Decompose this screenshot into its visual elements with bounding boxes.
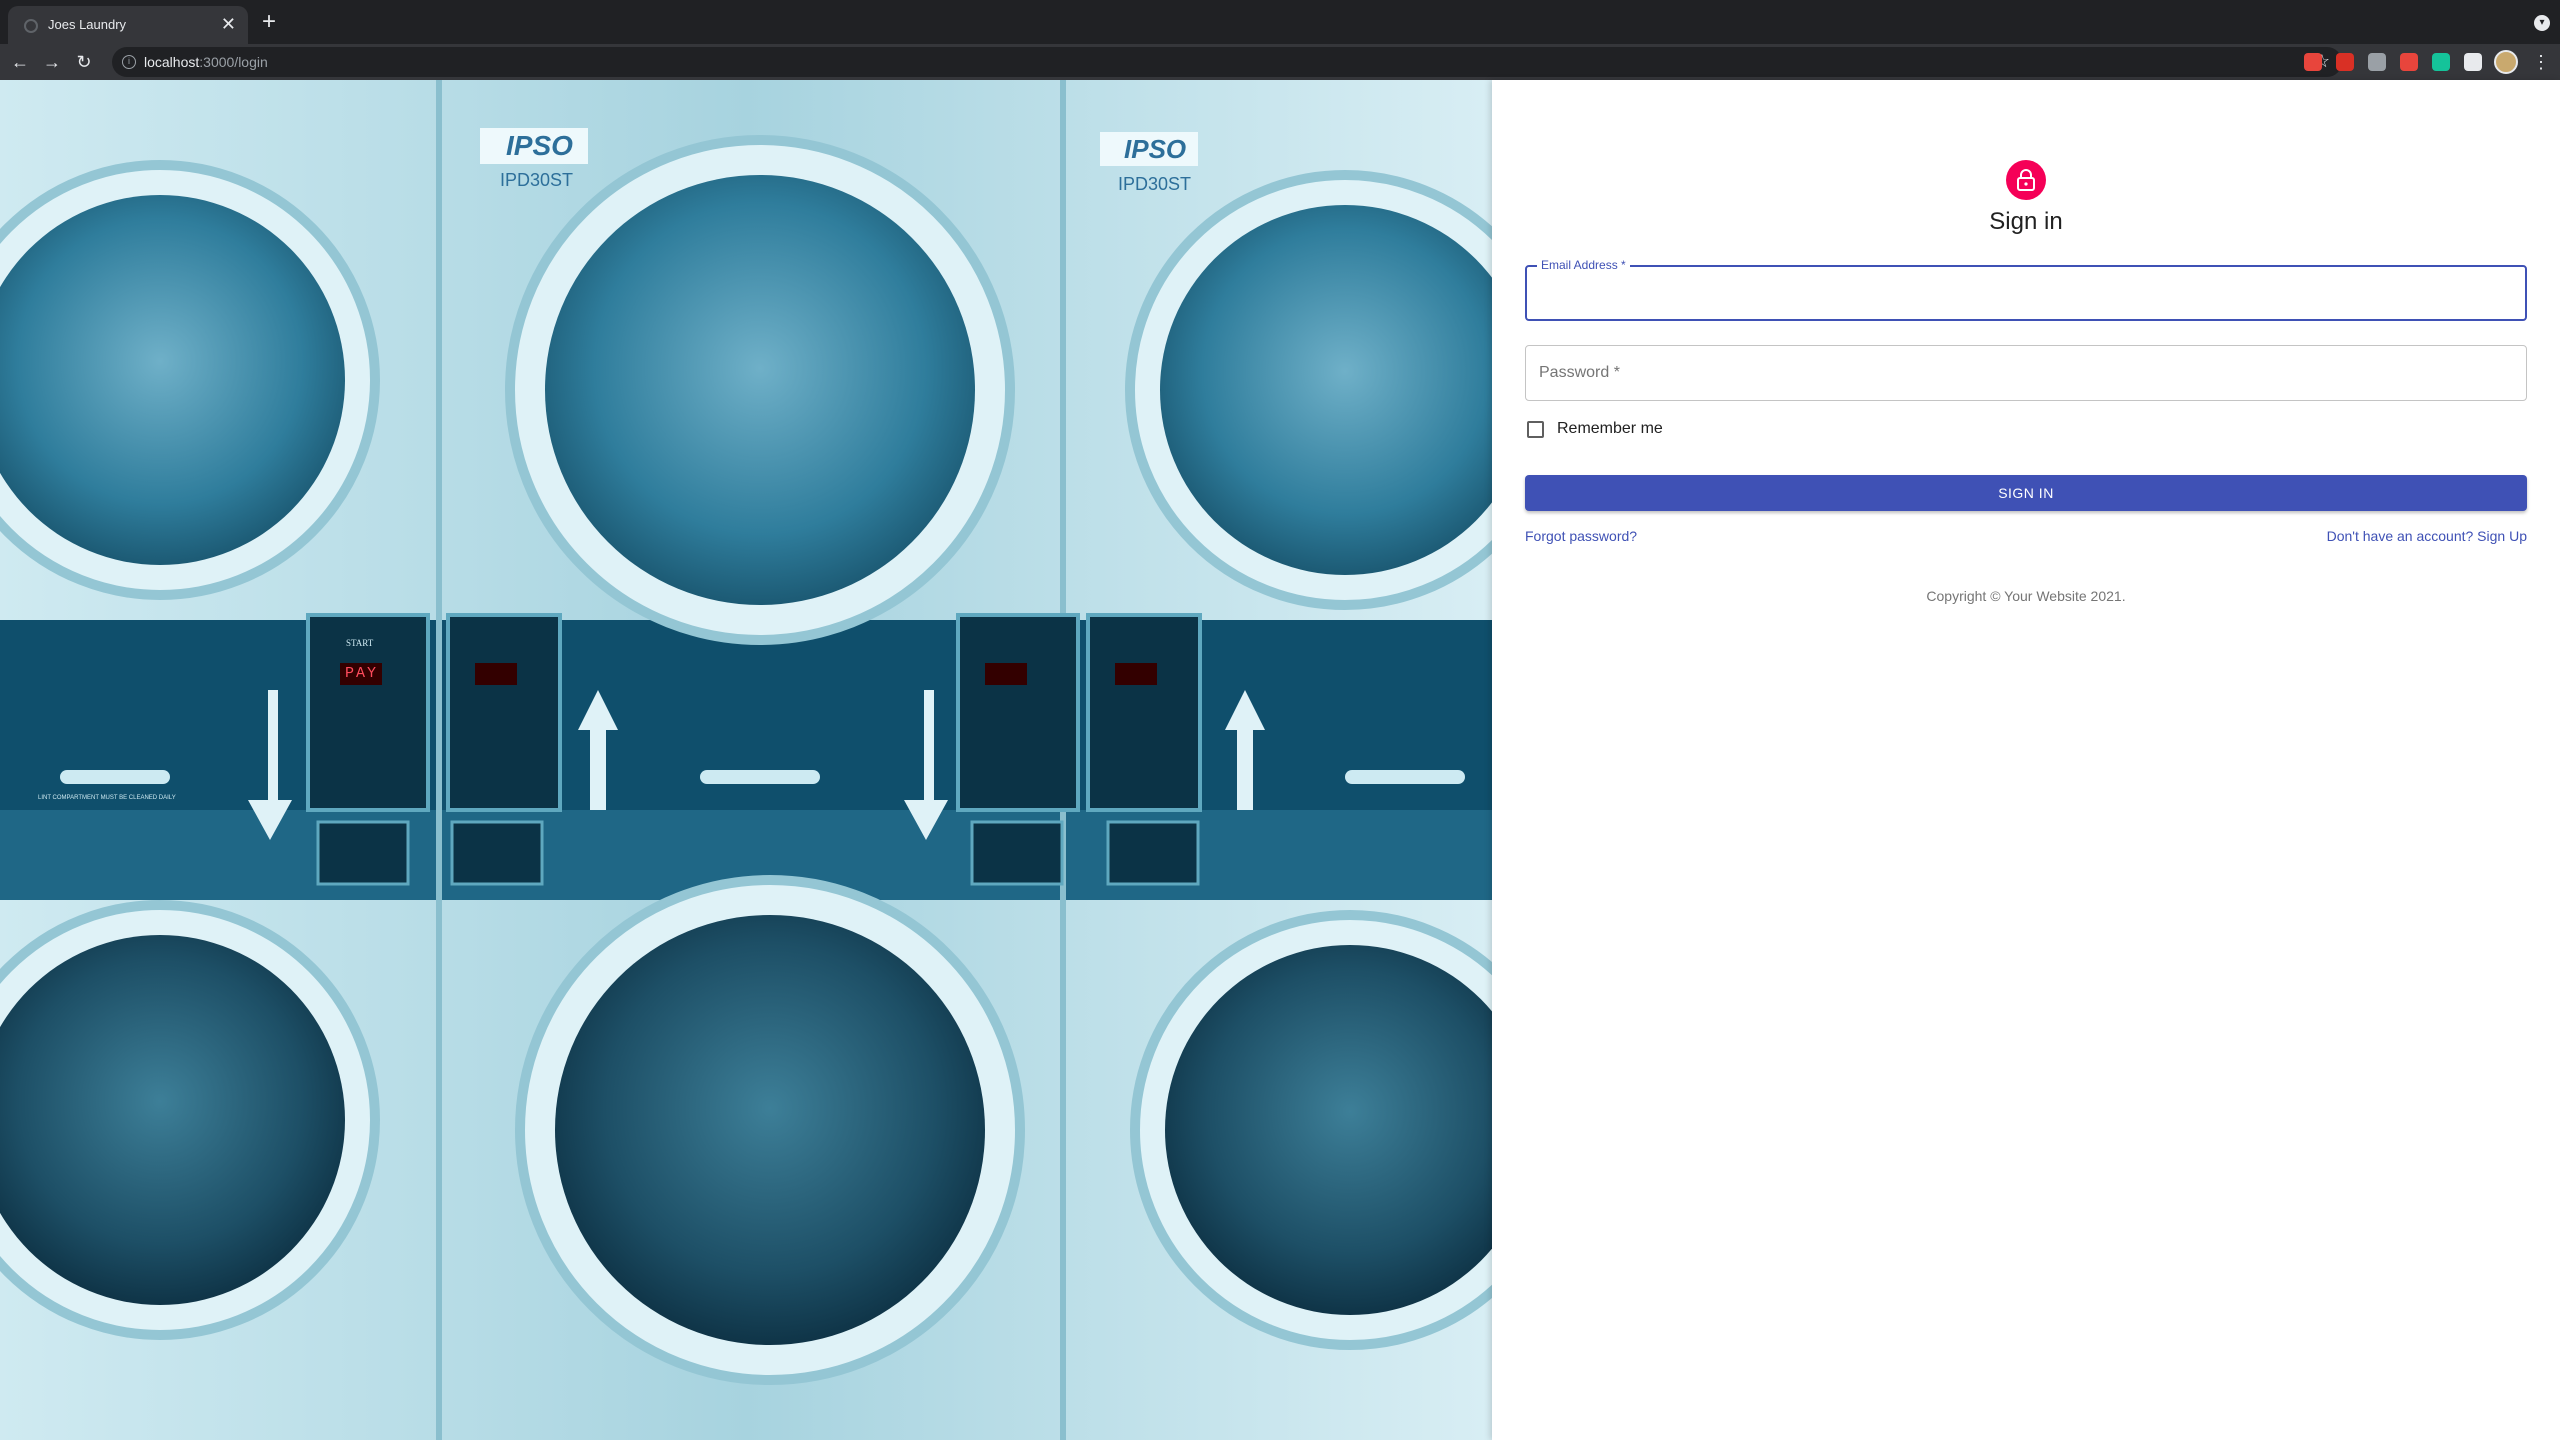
- washing-machines-illustration: [0, 80, 1492, 1440]
- url-path: :3000/login: [199, 54, 268, 70]
- lock-icon: [2017, 169, 2035, 191]
- laundry-hero-image: IPSO IPD30ST IPSO IPD30ST START PAY LINT…: [0, 80, 1492, 1440]
- back-button[interactable]: ←: [8, 50, 32, 74]
- ext-flag-icon[interactable]: [2400, 53, 2418, 71]
- copyright-text: Copyright © Your Website 2021.: [1926, 588, 2126, 604]
- globe-icon: [24, 19, 38, 33]
- browser-tab[interactable]: Joes Laundry ✕: [8, 6, 248, 44]
- lint-notice-label: LINT COMPARTMENT MUST BE CLEANED DAILY: [38, 795, 176, 801]
- address-bar[interactable]: i localhost:3000/login ☆: [112, 47, 2342, 77]
- remember-me-checkbox[interactable]: [1527, 421, 1544, 438]
- password-input[interactable]: [1526, 346, 2526, 400]
- machine-model-label: IPD30ST: [1118, 174, 1192, 194]
- coin-panel-display: PAY: [345, 665, 379, 682]
- new-tab-button[interactable]: +: [262, 10, 276, 34]
- email-input[interactable]: [1527, 267, 2525, 319]
- machine-model-label: IPD30ST: [500, 170, 574, 190]
- lock-avatar: [2006, 160, 2046, 200]
- site-info-icon[interactable]: i: [122, 55, 136, 69]
- tab-search-icon[interactable]: ▾: [2534, 15, 2550, 31]
- email-field[interactable]: Email Address *: [1525, 258, 2527, 321]
- machine-brand-label: IPSO: [1124, 134, 1187, 164]
- url-host: localhost: [144, 54, 200, 70]
- url-text[interactable]: localhost:3000/login: [144, 54, 268, 70]
- forward-button[interactable]: →: [40, 50, 64, 74]
- extensions-puzzle-icon[interactable]: [2464, 53, 2482, 71]
- remember-me-label[interactable]: Remember me: [1557, 420, 1663, 438]
- profile-avatar[interactable]: [2494, 50, 2518, 74]
- browser-toolbar: ← → ↻ i localhost:3000/login ☆ ⋮: [0, 44, 2560, 80]
- coin-panel-start-label: START: [346, 638, 374, 648]
- ext-calendar-icon[interactable]: [2336, 53, 2354, 71]
- browser-menu-icon[interactable]: ⋮: [2532, 50, 2550, 74]
- sign-in-panel: Sign in Email Address * Password * Remem…: [1492, 80, 2560, 1440]
- forgot-password-link[interactable]: Forgot password?: [1525, 528, 1637, 544]
- tab-close-icon[interactable]: ✕: [221, 14, 236, 34]
- password-field[interactable]: Password *: [1525, 345, 2527, 401]
- login-page: IPSO IPD30ST IPSO IPD30ST START PAY LINT…: [0, 80, 2560, 1440]
- sign-up-link[interactable]: Don't have an account? Sign Up: [2327, 528, 2527, 544]
- reload-button[interactable]: ↻: [72, 50, 96, 74]
- ext-red-icon[interactable]: [2304, 53, 2322, 71]
- ext-grammarly-icon[interactable]: [2432, 53, 2450, 71]
- ext-gray-icon[interactable]: [2368, 53, 2386, 71]
- machine-brand-label: IPSO: [506, 130, 573, 161]
- sign-in-button[interactable]: SIGN IN: [1525, 475, 2527, 511]
- browser-tab-strip: Joes Laundry ✕ + ▾: [0, 0, 2560, 44]
- page-title: Sign in: [1989, 208, 2063, 235]
- tab-title: Joes Laundry: [48, 17, 127, 32]
